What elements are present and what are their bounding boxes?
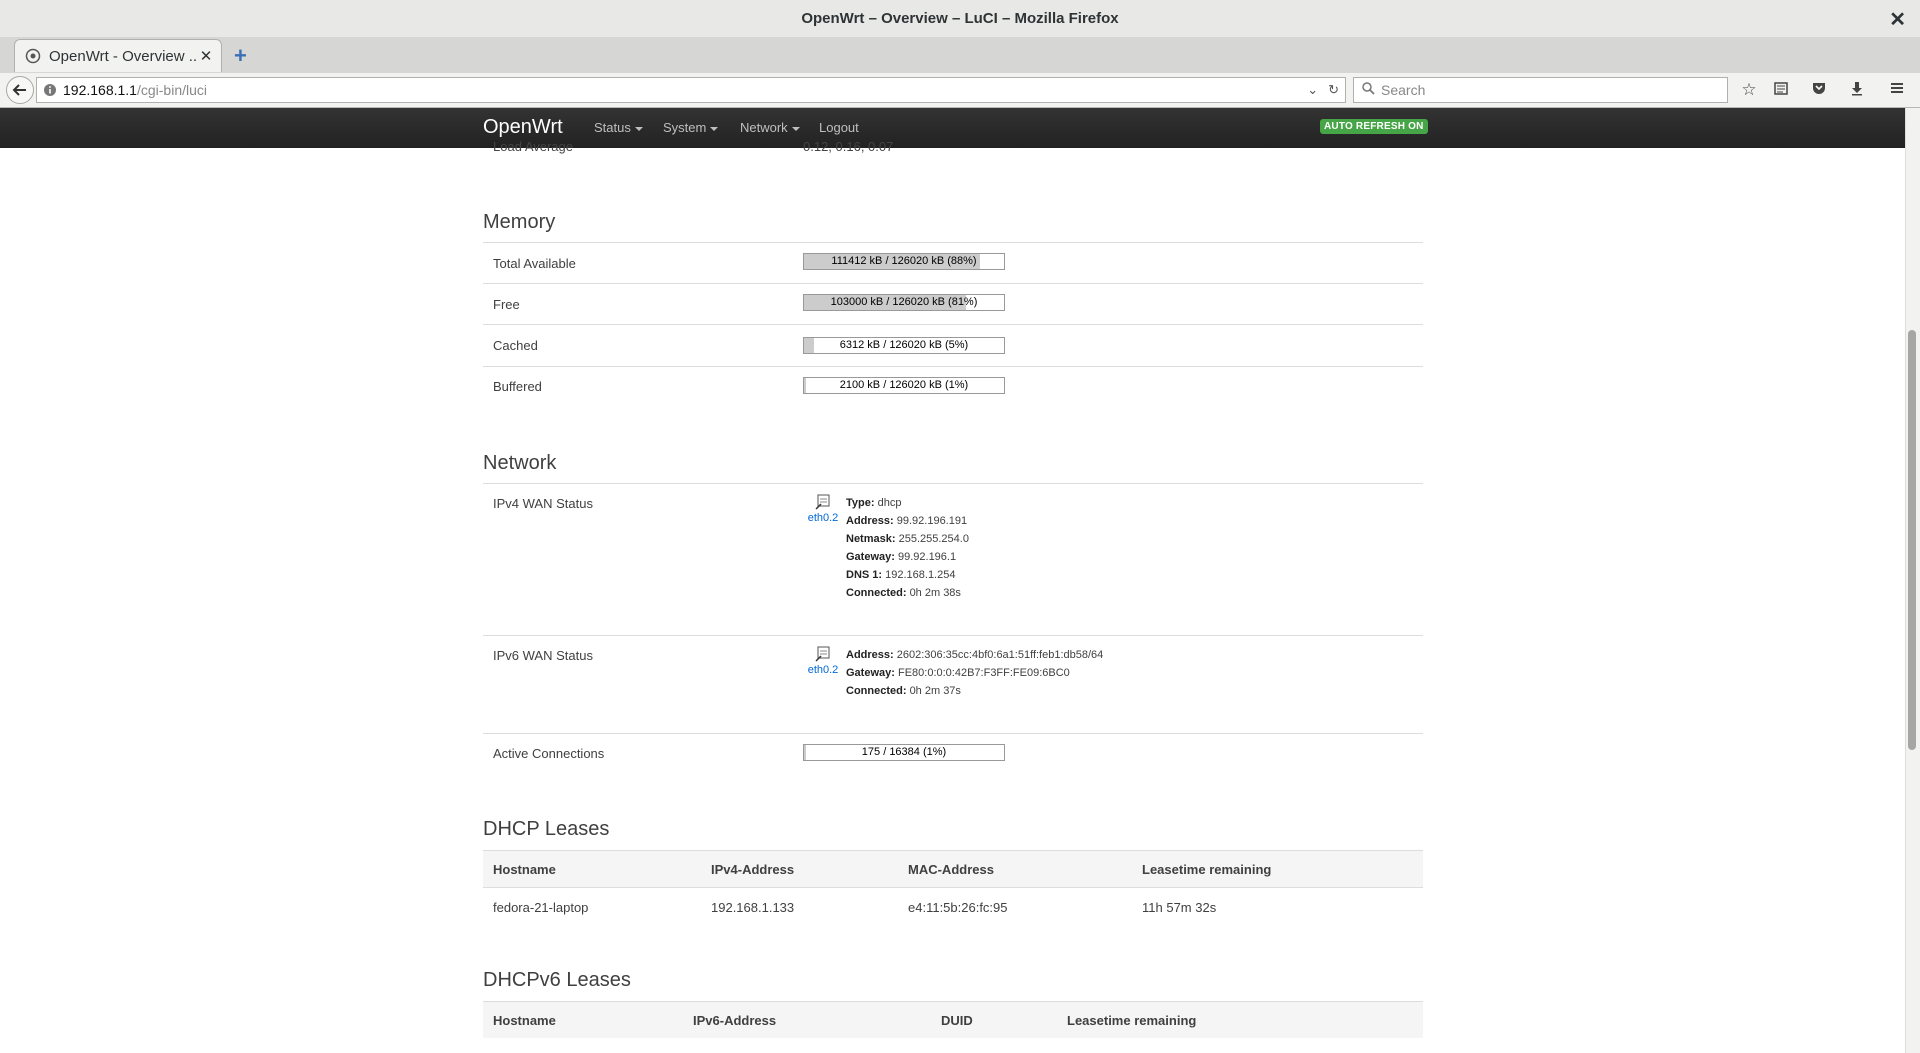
new-tab-icon[interactable]: + (234, 43, 247, 69)
progress-bar: 111412 kB / 126020 kB (88%) (803, 253, 1005, 270)
chevron-down-icon (710, 126, 719, 131)
hamburger-menu-icon[interactable] (1887, 80, 1907, 100)
network-port-icon[interactable]: eth0.2 (803, 646, 843, 676)
memory-row: Cached 6312 kB / 126020 kB (5%) (483, 325, 1423, 367)
progress-bar: 2100 kB / 126020 kB (1%) (803, 377, 1005, 394)
col-hostname: Hostname (483, 1001, 683, 1038)
table-row: fedora-21-laptop 192.168.1.133 e4:11:5b:… (483, 887, 1423, 926)
bookmark-star-icon[interactable]: ☆ (1739, 80, 1759, 100)
iface-name[interactable]: eth0.2 (803, 664, 843, 676)
ipv6-wan-row: IPv6 WAN Status eth0.2 Address: 2602:306… (483, 636, 1423, 734)
memory-row: Buffered 2100 kB / 126020 kB (1%) (483, 367, 1423, 407)
col-leasetime: Leasetime remaining (1132, 850, 1423, 888)
window-title: OpenWrt – Overview – LuCI – Mozilla Fire… (801, 10, 1119, 27)
tab-label: OpenWrt - Overview ... (49, 47, 197, 65)
reading-list-icon[interactable] (1771, 80, 1791, 100)
row-label: IPv4 WAN Status (493, 496, 593, 511)
row-label: Total Available (493, 256, 576, 271)
col-mac: MAC-Address (898, 850, 1132, 888)
table-header-row: Hostname IPv4-Address MAC-Address Leaset… (483, 850, 1423, 888)
ipv4-details: Type: dhcp Address: 99.92.196.191 Netmas… (846, 497, 969, 599)
download-icon[interactable] (1847, 80, 1867, 100)
url-host: 192.168.1.1 (63, 82, 137, 98)
cell-ipv4: 192.168.1.133 (701, 887, 898, 926)
search-icon (1362, 82, 1375, 98)
row-label: Cached (493, 338, 538, 353)
network-heading: Network (483, 452, 557, 474)
col-leasetime: Leasetime remaining (1057, 1001, 1423, 1038)
load-average-value: 0.12, 0.16, 0.07 (803, 139, 894, 154)
memory-row: Free 103000 kB / 126020 kB (81%) (483, 284, 1423, 325)
table-header-row: Hostname IPv6-Address DUID Leasetime rem… (483, 1001, 1423, 1038)
brand-logo[interactable]: OpenWrt (483, 116, 563, 139)
iface-name[interactable]: eth0.2 (803, 512, 843, 524)
tab-strip: OpenWrt - Overview ... ✕ + (0, 37, 1920, 74)
close-icon[interactable]: ✕ (197, 47, 215, 65)
reload-icon[interactable]: ↻ (1328, 82, 1339, 98)
auto-refresh-badge[interactable]: AUTO REFRESH ON (1320, 119, 1428, 134)
col-hostname: Hostname (483, 850, 701, 888)
network-port-icon[interactable]: eth0.2 (803, 494, 843, 524)
memory-heading: Memory (483, 211, 556, 233)
active-connections-row: Active Connections 175 / 16384 (1%) (483, 734, 1423, 774)
dropdown-icon[interactable]: ⌄ (1307, 82, 1318, 98)
row-label: Active Connections (493, 746, 605, 761)
ipv6-details: Address: 2602:306:35cc:4bf0:6a1:51ff:feb… (846, 649, 1104, 697)
close-icon[interactable]: ✕ (1889, 7, 1906, 32)
col-ipv4: IPv4-Address (701, 850, 898, 888)
load-average-label: Load Average (493, 139, 573, 154)
chevron-down-icon (634, 126, 643, 131)
browser-tab[interactable]: OpenWrt - Overview ... ✕ (14, 39, 222, 72)
firefox-favicon (25, 48, 41, 64)
col-ipv6: IPv6-Address (683, 1001, 931, 1038)
dhcp-heading: DHCP Leases (483, 818, 610, 840)
dhcp-table: Hostname IPv4-Address MAC-Address Leaset… (483, 850, 1423, 926)
row-label: IPv6 WAN Status (493, 648, 593, 663)
menu-network[interactable]: Network (740, 120, 800, 135)
luci-header: OpenWrt Status System Network Logout AUT… (0, 108, 1905, 148)
menu-status[interactable]: Status (594, 120, 643, 135)
menu-system[interactable]: System (663, 120, 719, 135)
progress-bar: 103000 kB / 126020 kB (81%) (803, 294, 1005, 311)
scrollbar-thumb[interactable] (1908, 330, 1916, 750)
memory-row: Total Available 111412 kB / 126020 kB (8… (483, 243, 1423, 284)
col-duid: DUID (931, 1001, 1057, 1038)
search-placeholder: Search (1381, 82, 1426, 98)
row-label: Buffered (493, 379, 542, 394)
progress-bar: 6312 kB / 126020 kB (5%) (803, 337, 1005, 354)
menu-logout[interactable]: Logout (819, 120, 859, 135)
back-arrow-icon[interactable] (6, 76, 34, 104)
navigation-bar: 192.168.1.1/cgi-bin/luci ⌄ ↻ Search ☆ (0, 73, 1920, 108)
info-icon[interactable] (43, 83, 57, 97)
progress-bar: 175 / 16384 (1%) (803, 744, 1005, 761)
cell-leasetime: 11h 57m 32s (1132, 887, 1423, 926)
ipv4-wan-row: IPv4 WAN Status eth0.2 Type: dhcp Addres… (483, 484, 1423, 636)
dhcpv6-heading: DHCPv6 Leases (483, 969, 631, 991)
cell-hostname: fedora-21-laptop (483, 887, 701, 926)
search-input[interactable]: Search (1353, 77, 1728, 103)
url-path: /cgi-bin/luci (136, 82, 207, 98)
chevron-down-icon (791, 126, 800, 131)
url-bar[interactable]: 192.168.1.1/cgi-bin/luci ⌄ ↻ (36, 77, 1346, 103)
window-titlebar: OpenWrt – Overview – LuCI – Mozilla Fire… (0, 0, 1920, 38)
dhcpv6-table: Hostname IPv6-Address DUID Leasetime rem… (483, 1001, 1423, 1038)
row-label: Free (493, 297, 520, 312)
pocket-icon[interactable] (1809, 80, 1829, 100)
cell-mac: e4:11:5b:26:fc:95 (898, 887, 1132, 926)
